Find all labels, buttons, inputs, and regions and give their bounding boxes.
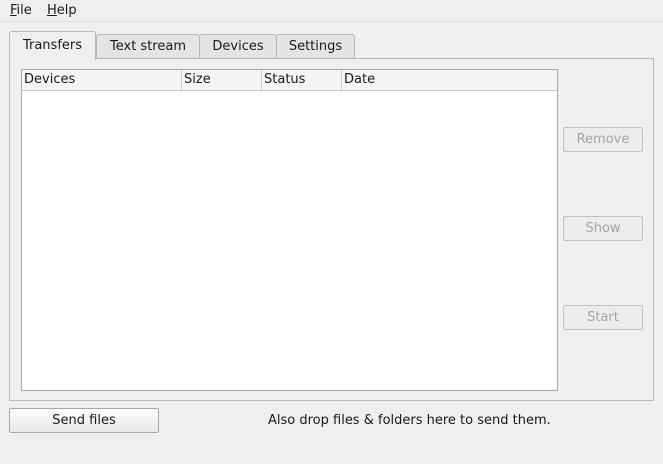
list-header: Devices Size Status Date	[22, 70, 557, 91]
tab-transfers[interactable]: Transfers	[9, 31, 96, 60]
column-header-size[interactable]: Size	[182, 70, 262, 90]
transfers-panel: Devices Size Status Date Remove Show Sta…	[9, 58, 654, 401]
menu-help-mnemonic: H	[47, 3, 57, 18]
start-button[interactable]: Start	[563, 305, 643, 330]
menu-file[interactable]: File	[10, 2, 32, 20]
column-header-status[interactable]: Status	[262, 70, 342, 90]
show-button[interactable]: Show	[563, 216, 643, 241]
column-header-date[interactable]: Date	[342, 70, 558, 90]
menu-help-label: elp	[56, 3, 77, 18]
send-files-button[interactable]: Send files	[9, 408, 159, 433]
menu-help[interactable]: Help	[47, 2, 77, 20]
menu-file-label: ile	[16, 3, 32, 18]
tab-text-stream[interactable]: Text stream	[96, 34, 200, 59]
menu-bar: File Help	[0, 0, 663, 22]
transfers-list[interactable]: Devices Size Status Date	[21, 69, 558, 391]
drop-hint-text: Also drop files & folders here to send t…	[268, 413, 551, 428]
tab-devices[interactable]: Devices	[199, 34, 277, 59]
tab-settings[interactable]: Settings	[276, 34, 355, 59]
main-window: File Help Transfers Text stream Devices …	[0, 0, 663, 464]
remove-button[interactable]: Remove	[563, 127, 643, 152]
column-header-devices[interactable]: Devices	[22, 70, 182, 90]
